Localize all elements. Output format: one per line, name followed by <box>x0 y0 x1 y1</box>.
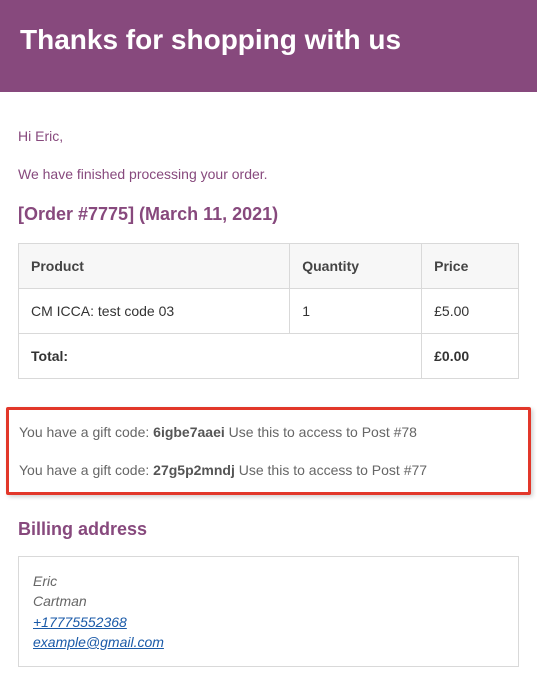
billing-heading: Billing address <box>18 519 519 540</box>
cell-product: CM ICCA: test code 03 <box>19 289 290 334</box>
billing-first-name: Eric <box>33 571 504 591</box>
order-table: Product Quantity Price CM ICCA: test cod… <box>18 243 519 379</box>
cell-price: £5.00 <box>422 289 519 334</box>
gift-code-suffix: Use this to access to Post #78 <box>225 424 417 440</box>
total-value: £0.00 <box>422 334 519 379</box>
billing-last-name: Cartman <box>33 591 504 611</box>
gift-code-prefix: You have a gift code: <box>19 462 153 478</box>
col-quantity: Quantity <box>290 244 422 289</box>
banner: Thanks for shopping with us <box>0 0 537 92</box>
order-heading: [Order #7775] (March 11, 2021) <box>18 204 519 225</box>
banner-title: Thanks for shopping with us <box>20 24 517 56</box>
gift-code-line: You have a gift code: 27g5p2mndj Use thi… <box>19 462 518 478</box>
cell-quantity: 1 <box>290 289 422 334</box>
gift-code-line: You have a gift code: 6igbe7aaei Use thi… <box>19 424 518 440</box>
intro-text: We have finished processing your order. <box>18 166 519 182</box>
table-row: CM ICCA: test code 03 1 £5.00 <box>19 289 519 334</box>
col-price: Price <box>422 244 519 289</box>
gift-code-value: 6igbe7aaei <box>153 424 225 440</box>
gift-code-prefix: You have a gift code: <box>19 424 153 440</box>
gift-code-suffix: Use this to access to Post #77 <box>235 462 427 478</box>
total-label: Total: <box>19 334 422 379</box>
billing-address-box: Eric Cartman +17775552368 example@gmail.… <box>18 556 519 667</box>
gift-code-value: 27g5p2mndj <box>153 462 235 478</box>
billing-email-link[interactable]: example@gmail.com <box>33 634 164 650</box>
table-header-row: Product Quantity Price <box>19 244 519 289</box>
email-content: Hi Eric, We have finished processing you… <box>0 92 537 685</box>
table-total-row: Total: £0.00 <box>19 334 519 379</box>
gift-codes-box: You have a gift code: 6igbe7aaei Use thi… <box>6 407 531 495</box>
greeting-text: Hi Eric, <box>18 128 519 144</box>
billing-phone-link[interactable]: +17775552368 <box>33 614 127 630</box>
col-product: Product <box>19 244 290 289</box>
